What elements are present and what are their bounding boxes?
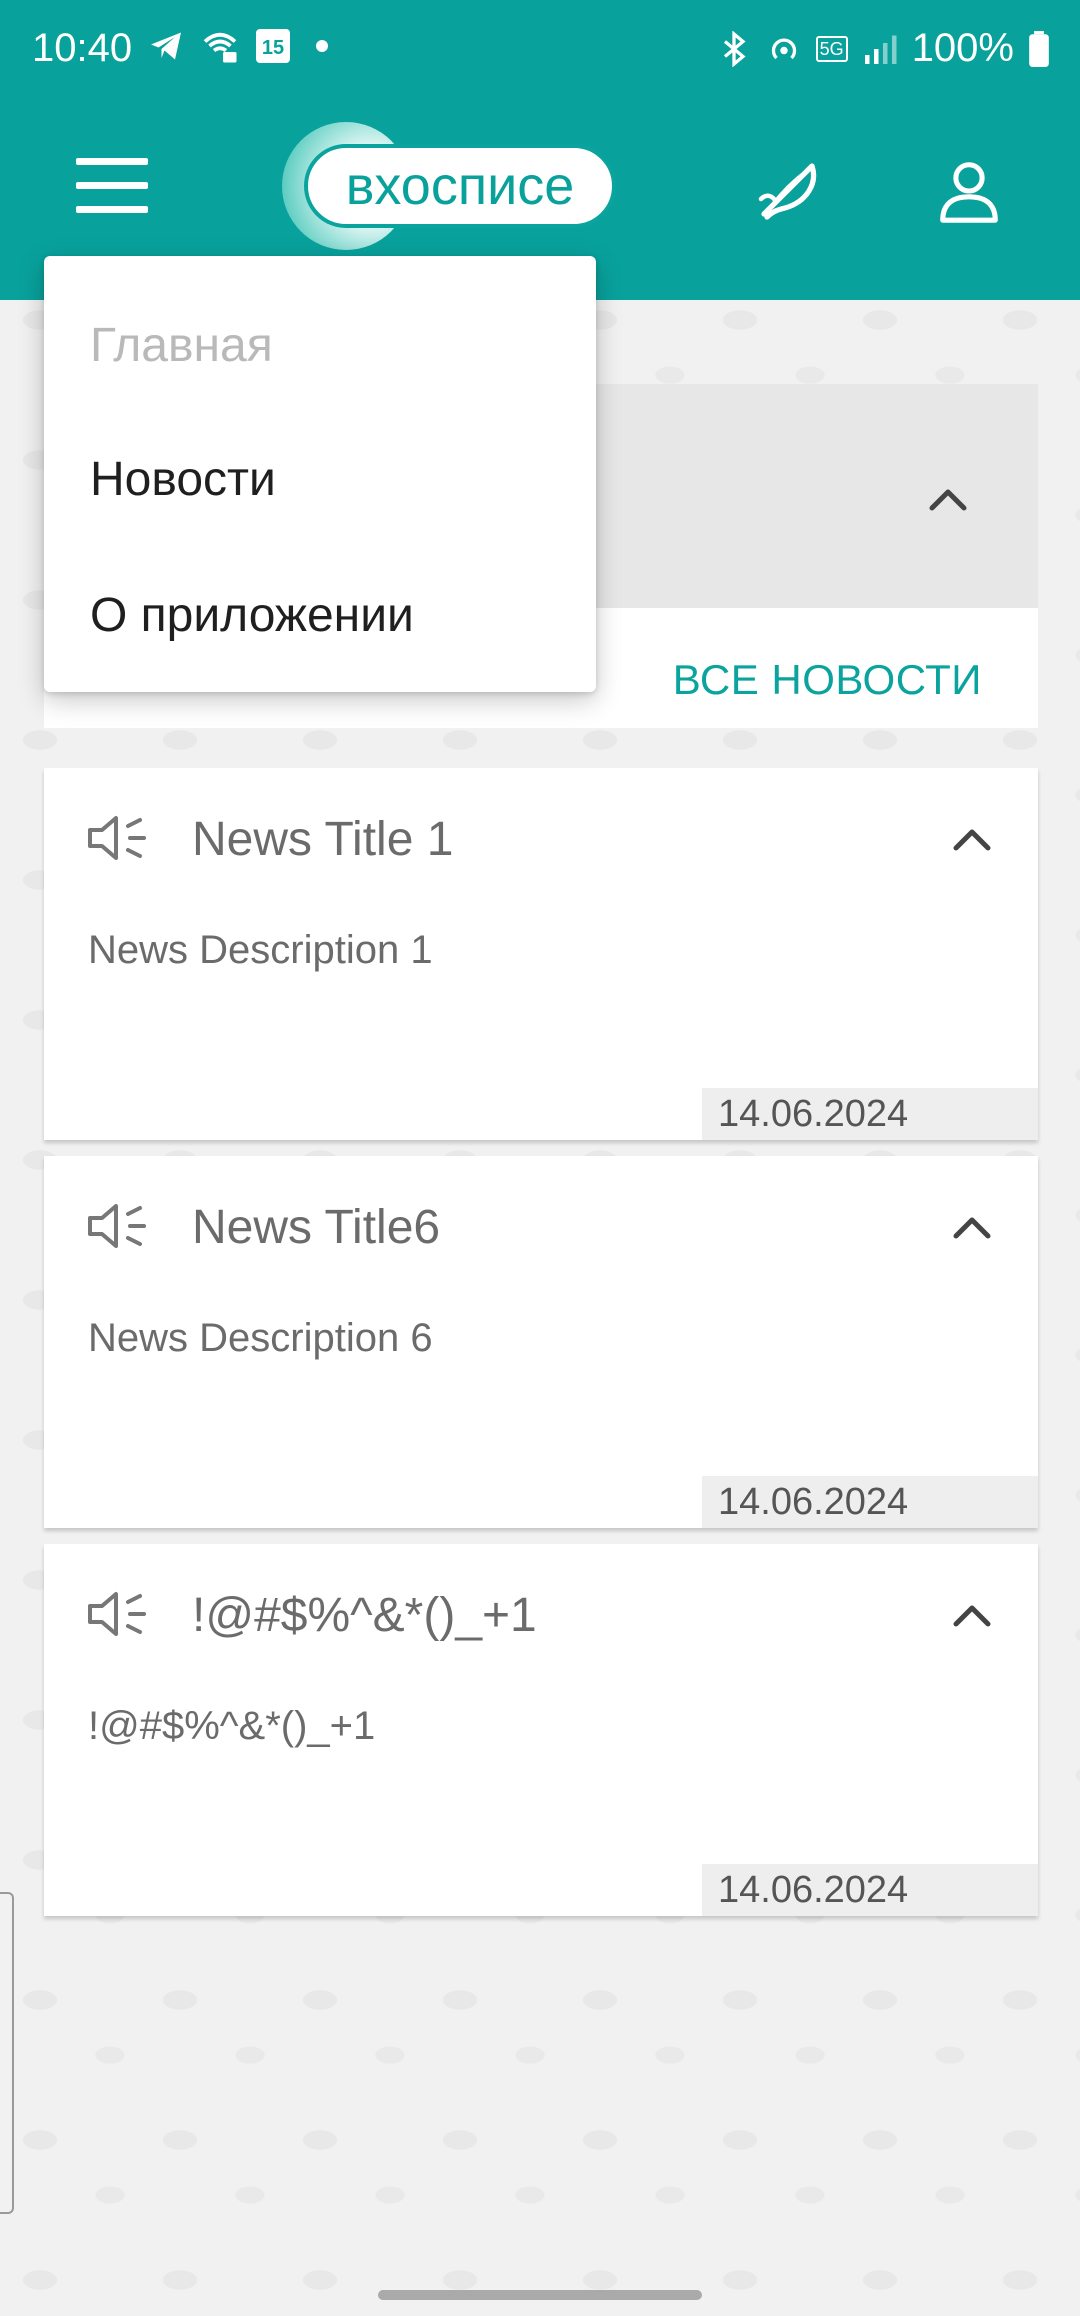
edge-panel-handle[interactable]	[0, 1892, 14, 2214]
menu-icon-line	[76, 206, 148, 213]
menu-item-about[interactable]: О приложении	[90, 588, 414, 643]
calendar-icon: 15	[256, 29, 290, 63]
feather-icon[interactable]	[752, 154, 824, 226]
news-card[interactable]: News Title 1 News Description 1 14.06.20…	[44, 768, 1038, 1140]
status-notification-icons: 15	[148, 28, 328, 64]
bluetooth-icon	[723, 30, 746, 67]
profile-icon[interactable]	[934, 156, 1004, 226]
battery-icon	[1029, 30, 1049, 67]
all-news-button[interactable]: ВСЕ НОВОСТИ	[673, 656, 982, 704]
battery-percent: 100%	[911, 26, 1014, 70]
news-title: News Title 1	[192, 813, 454, 866]
news-date: 14.06.2024	[702, 1864, 1038, 1916]
calendar-day: 15	[261, 37, 285, 59]
speaker-icon	[88, 1204, 146, 1248]
chevron-up-icon[interactable]	[950, 822, 994, 854]
news-description: !@#$%^&*()_+1	[88, 1704, 376, 1748]
status-system-icons: 5G 100%	[716, 26, 1050, 71]
menu-icon-line	[76, 158, 148, 165]
menu-button[interactable]	[76, 158, 148, 218]
gesture-home-indicator[interactable]	[378, 2290, 702, 2300]
chevron-up-icon[interactable]	[950, 1210, 994, 1242]
news-card[interactable]: News Title6 News Description 6 14.06.202…	[44, 1156, 1038, 1528]
menu-item-news[interactable]: Новости	[90, 452, 276, 507]
wifi-call-icon	[203, 32, 237, 63]
top-app-header: 10:40 15 5G 100% вхосписе	[0, 0, 1080, 300]
network-badge: 5G	[819, 38, 844, 59]
speaker-icon	[88, 1592, 146, 1636]
hotspot-icon	[771, 38, 796, 59]
news-description: News Description 6	[88, 1316, 433, 1360]
telegram-icon	[151, 32, 181, 60]
chevron-up-icon[interactable]	[924, 480, 972, 516]
speaker-icon	[88, 816, 146, 860]
news-title: News Title6	[192, 1201, 441, 1254]
news-date: 14.06.2024	[702, 1476, 1038, 1528]
navigation-dropdown-menu: Главная Новости О приложении	[44, 256, 596, 692]
signal-icon	[864, 35, 897, 64]
app-logo[interactable]: вхосписе	[282, 122, 622, 250]
menu-item-home[interactable]: Главная	[90, 318, 273, 373]
network-5g-icon: 5G	[815, 35, 848, 62]
chevron-up-icon[interactable]	[950, 1598, 994, 1630]
status-time: 10:40	[32, 26, 133, 70]
news-date: 14.06.2024	[702, 1088, 1038, 1140]
status-bar: 10:40 15 5G 100%	[0, 0, 1080, 96]
news-description: News Description 1	[88, 928, 433, 972]
news-title: !@#$%^&*()_+1	[192, 1589, 537, 1642]
logo-text: вхосписе	[304, 144, 616, 228]
menu-icon-line	[76, 182, 148, 189]
news-card[interactable]: !@#$%^&*()_+1 !@#$%^&*()_+1 14.06.2024	[44, 1544, 1038, 1916]
notification-dot-icon	[316, 40, 328, 52]
